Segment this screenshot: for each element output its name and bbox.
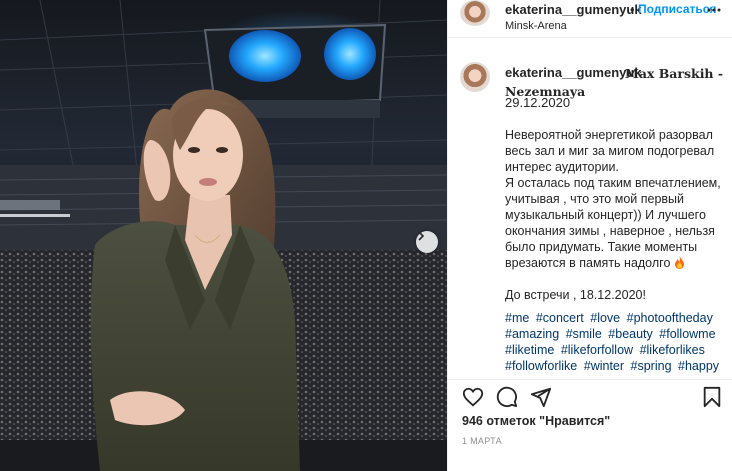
post-date: 1 МАРТА [462, 436, 502, 446]
hashtag-link[interactable]: #spring [631, 359, 672, 373]
heart-icon[interactable] [462, 386, 484, 408]
caption-paragraph-1: Невероятной энергетикой разорвал весь за… [505, 128, 715, 174]
caption-avatar[interactable] [460, 62, 490, 92]
hashtag-link[interactable]: #photooftheday [627, 311, 713, 325]
hashtag-link[interactable]: #love [590, 311, 620, 325]
follow-button[interactable]: Подписаться [638, 2, 716, 16]
caption-closing: До встречи , 18.12.2020! [505, 288, 646, 302]
fire-emoji-icon [674, 256, 684, 269]
likes-number: 946 отметок [462, 414, 536, 428]
action-bar [448, 379, 732, 419]
header-username[interactable]: ekaterina__gumenyuk [505, 2, 642, 17]
location-link[interactable]: Minsk-Arena [505, 20, 567, 32]
concert-photo [0, 0, 447, 471]
more-dots-icon[interactable] [706, 2, 722, 18]
hashtag-link[interactable]: #winter [584, 359, 624, 373]
post-photo[interactable] [0, 0, 447, 471]
hashtag-link[interactable]: #smile [566, 327, 602, 341]
comment-icon[interactable] [496, 386, 518, 408]
likes-count[interactable]: 946 отметок "Нравится" [462, 414, 610, 428]
post-header: ekaterina__gumenyuk • Подписаться Minsk-… [448, 0, 732, 38]
chevron-right-icon [418, 231, 425, 241]
post-details-panel: ekaterina__gumenyuk • Подписаться Minsk-… [447, 0, 732, 471]
hashtag-list: #me #concert #love #photooftheday #amazi… [505, 310, 730, 374]
share-icon[interactable] [530, 386, 552, 408]
bookmark-icon[interactable] [701, 386, 723, 408]
avatar[interactable] [460, 0, 490, 26]
hashtag-link[interactable]: #amazing [505, 327, 559, 341]
hashtag-link[interactable]: #liketime [505, 343, 554, 357]
caption-paragraph-2-text: Я осталась под таким впечатлением, учиты… [505, 176, 721, 270]
hashtag-link[interactable]: #me [505, 311, 529, 325]
hashtag-link[interactable]: #beauty [608, 327, 652, 341]
caption-paragraph-2: Я осталась под таким впечатлением, учиты… [505, 175, 725, 271]
hashtag-link[interactable]: #happy [678, 359, 719, 373]
next-photo-button[interactable] [416, 231, 438, 253]
hashtag-link[interactable]: #likeforlikes [640, 343, 705, 357]
caption-date: 29.12.2020 [505, 95, 571, 110]
hashtag-link[interactable]: #followme [659, 327, 715, 341]
separator-dot: • [630, 2, 635, 17]
hashtag-link[interactable]: #concert [536, 311, 584, 325]
hashtag-link[interactable]: #likeforfollow [561, 343, 633, 357]
likes-suffix: "Нравится" [539, 414, 611, 428]
caption-body: Невероятной энергетикой разорвал весь за… [505, 127, 725, 303]
hashtag-link[interactable]: #followforlike [505, 359, 577, 373]
